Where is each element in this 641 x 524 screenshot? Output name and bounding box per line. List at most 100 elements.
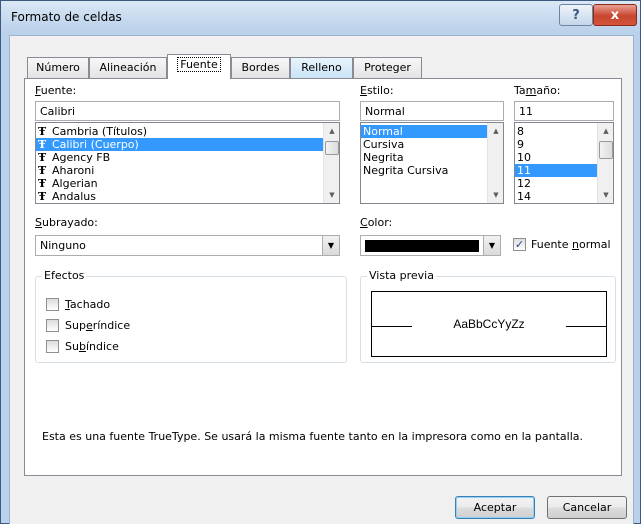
- list-item[interactable]: Normal: [361, 125, 503, 138]
- size-list-scrollbar[interactable]: ▲ ▼: [597, 123, 613, 203]
- strikethrough-label[interactable]: Tachado: [65, 298, 110, 311]
- underline-select[interactable]: Ninguno ▼: [35, 235, 340, 256]
- strikethrough-checkbox[interactable]: [46, 298, 59, 311]
- font-label: Fuente:: [35, 84, 76, 97]
- preview-group: Vista previa AaBbCcYyZz: [360, 269, 616, 363]
- list-item-label: Andalus: [52, 190, 96, 203]
- accept-button[interactable]: Aceptar: [455, 496, 535, 519]
- style-list-scrollbar[interactable]: ▲ ▼: [487, 123, 503, 203]
- font-tab-panel: Fuente: Calibri Ŧ Cambria (Títulos) Ŧ Calib…: [24, 78, 622, 476]
- subscript-checkbox[interactable]: [46, 340, 59, 353]
- list-item-label: 11: [517, 164, 531, 177]
- underline-value: Ninguno: [40, 239, 86, 252]
- chevron-down-icon[interactable]: ▼: [322, 236, 339, 255]
- title-bar[interactable]: Formato de celdas ? x: [1, 1, 640, 35]
- tab-bordes[interactable]: Bordes: [231, 57, 290, 78]
- close-icon: x: [610, 7, 620, 23]
- list-item-label: Aharoni: [52, 164, 95, 177]
- effect-text: Sup: [65, 319, 86, 332]
- size-label-text: año:: [536, 84, 561, 97]
- size-list[interactable]: 8 9 10 11 12 14 ▲ ▼: [514, 122, 614, 204]
- truetype-icon: Ŧ: [38, 151, 47, 164]
- truetype-icon: Ŧ: [38, 138, 47, 151]
- list-item[interactable]: Cursiva: [361, 138, 503, 151]
- effect-text: índice: [85, 340, 119, 353]
- tab-label: Alineación: [99, 61, 157, 74]
- scroll-thumb[interactable]: [599, 141, 613, 159]
- subscript-label[interactable]: Subíndice: [65, 340, 119, 353]
- tab-label: Número: [36, 61, 80, 74]
- scroll-down-icon[interactable]: ▼: [598, 187, 613, 203]
- list-item-label: 14: [517, 190, 531, 203]
- scroll-thumb[interactable]: [325, 141, 339, 155]
- color-picker[interactable]: ▼: [360, 235, 501, 256]
- normal-font-label[interactable]: Fuente normal: [531, 238, 611, 251]
- tab-relleno[interactable]: Relleno: [290, 57, 353, 78]
- list-item[interactable]: Negrita Cursiva: [361, 164, 503, 177]
- effect-text: ríndice: [92, 319, 131, 332]
- truetype-icon: Ŧ: [38, 125, 47, 138]
- window-title: Formato de celdas: [11, 10, 122, 24]
- scroll-down-icon[interactable]: ▼: [488, 187, 503, 203]
- truetype-icon: Ŧ: [38, 190, 47, 203]
- font-label-text: uente:: [40, 84, 77, 97]
- truetype-icon: Ŧ: [38, 177, 47, 190]
- preview-baseline-right: [566, 326, 606, 327]
- list-item-label: 10: [517, 151, 531, 164]
- cancel-button[interactable]: Cancelar: [547, 496, 627, 519]
- effect-accesskey: e: [85, 319, 93, 332]
- list-item-label: Normal: [363, 125, 403, 138]
- format-cells-dialog: Formato de celdas ? x Número Alineación …: [0, 0, 641, 524]
- scroll-up-icon[interactable]: ▲: [324, 123, 339, 139]
- tab-label: Fuente: [177, 57, 221, 72]
- scroll-up-icon[interactable]: ▲: [598, 123, 613, 139]
- list-item-label: Cambria (Títulos): [52, 125, 148, 138]
- list-item-label: Negrita: [363, 151, 404, 164]
- list-item[interactable]: Ŧ Algerian: [36, 177, 339, 190]
- style-label: Estilo:: [360, 84, 394, 97]
- normal-font-checkbox[interactable]: ✓: [513, 238, 526, 251]
- scroll-down-icon[interactable]: ▼: [324, 187, 339, 203]
- style-label-text: stilo:: [366, 84, 394, 97]
- chevron-down-icon[interactable]: ▼: [483, 236, 500, 255]
- tab-label: Bordes: [241, 61, 280, 74]
- style-list[interactable]: Normal Cursiva Negrita Negrita Cursiva ▲ ▼: [360, 122, 504, 204]
- close-button[interactable]: x: [593, 4, 637, 26]
- style-input[interactable]: Normal: [360, 101, 504, 121]
- effect-accesskey: b: [78, 340, 86, 353]
- list-item[interactable]: Ŧ Agency FB: [36, 151, 339, 164]
- superscript-checkbox[interactable]: [46, 319, 59, 332]
- list-item-label: Algerian: [52, 177, 98, 190]
- tab-numero[interactable]: Número: [27, 57, 89, 78]
- size-input[interactable]: 11: [514, 101, 614, 121]
- tab-label: Proteger: [364, 61, 411, 74]
- tab-alineacion[interactable]: Alineación: [89, 57, 167, 78]
- font-input[interactable]: Calibri: [35, 101, 340, 121]
- superscript-label[interactable]: Superíndice: [65, 319, 130, 332]
- list-item-label: Agency FB: [52, 151, 111, 164]
- color-label-accesskey: C: [360, 216, 368, 229]
- list-item-label: Calibri (Cuerpo): [52, 138, 139, 151]
- font-list[interactable]: Ŧ Cambria (Títulos) Ŧ Calibri (Cuerpo) Ŧ Agen…: [35, 122, 340, 204]
- scroll-up-icon[interactable]: ▲: [488, 123, 503, 139]
- size-label: Tamaño:: [514, 84, 561, 97]
- color-label: Color:: [360, 216, 392, 229]
- help-button[interactable]: ?: [559, 4, 593, 26]
- style-label-accesskey: E: [360, 84, 367, 97]
- size-label-text: Ta: [514, 84, 526, 97]
- effects-title: Efectos: [42, 269, 87, 282]
- tab-label: Relleno: [301, 61, 342, 74]
- normal-font-text: ormal: [579, 238, 611, 251]
- font-list-scrollbar[interactable]: ▲ ▼: [323, 123, 339, 203]
- truetype-icon: Ŧ: [38, 164, 47, 177]
- list-item[interactable]: Ŧ Cambria (Títulos): [36, 125, 339, 138]
- list-item[interactable]: Ŧ Andalus: [36, 190, 339, 203]
- list-item[interactable]: Negrita: [361, 151, 503, 164]
- tab-fuente[interactable]: Fuente: [167, 54, 231, 79]
- effects-group: Efectos Tachado Superíndice Subíndice: [35, 269, 347, 363]
- normal-font-accesskey: n: [572, 238, 579, 251]
- list-item[interactable]: Ŧ Calibri (Cuerpo): [36, 138, 339, 151]
- tab-proteger[interactable]: Proteger: [353, 57, 422, 78]
- list-item-label: 12: [517, 177, 531, 190]
- list-item[interactable]: Ŧ Aharoni: [36, 164, 339, 177]
